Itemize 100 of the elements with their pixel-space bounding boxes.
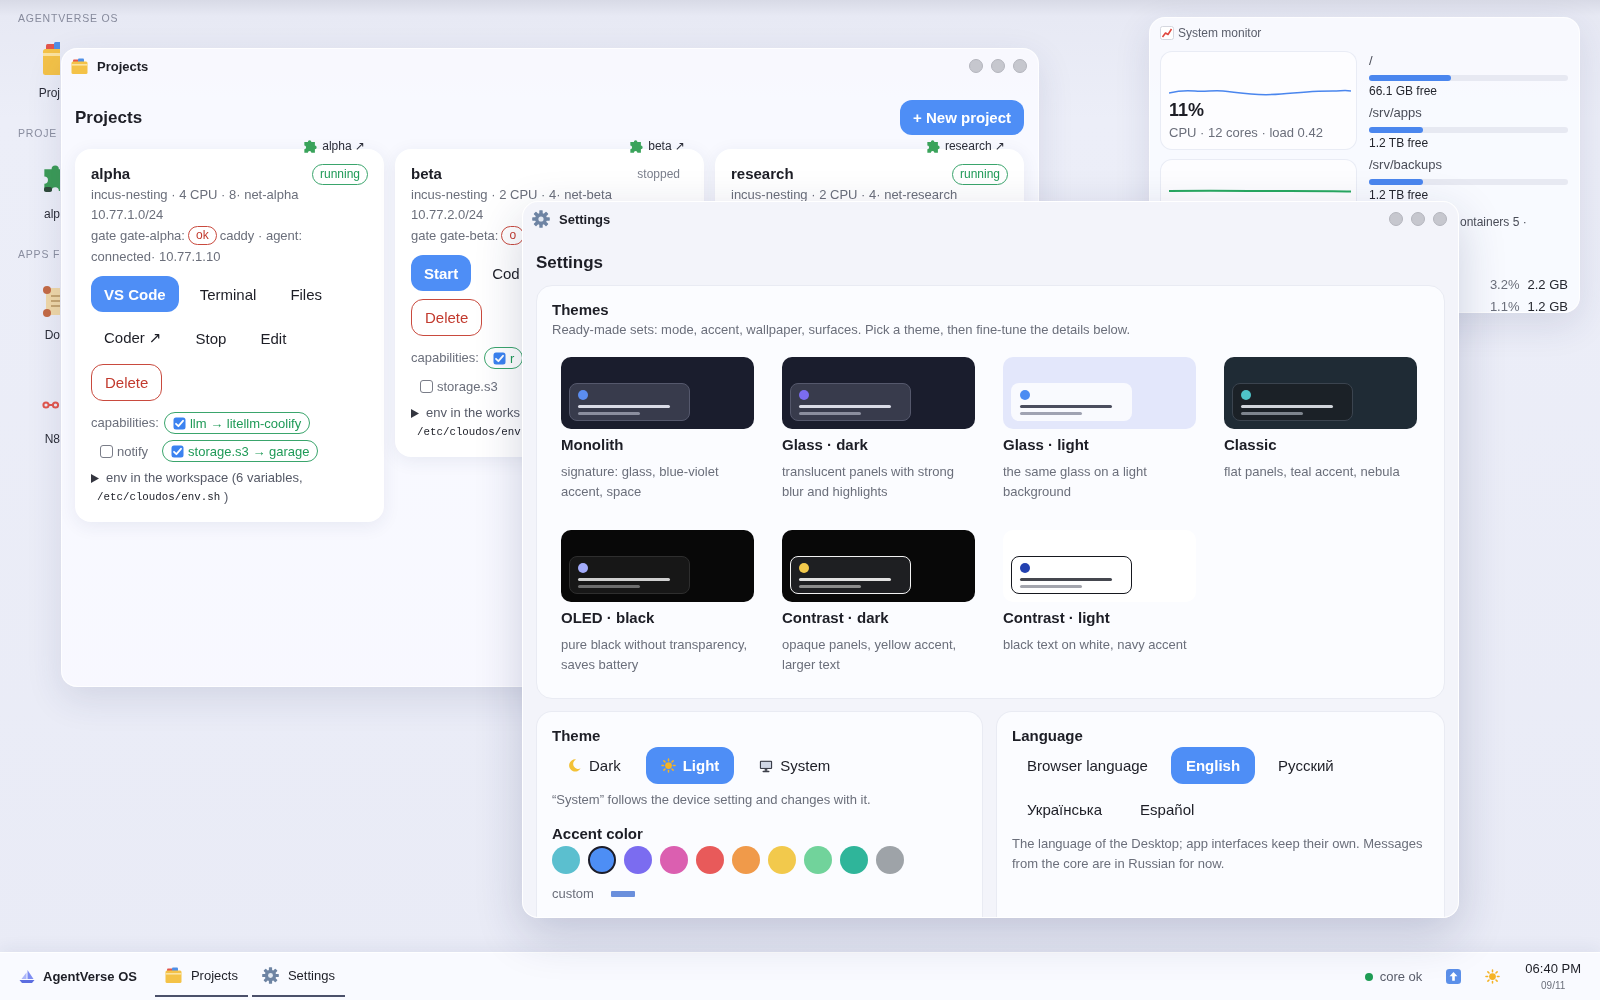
env-path: /etc/cloudos/env.sh [97, 490, 221, 505]
linked-circles-icon [42, 401, 60, 409]
project-link[interactable]: beta ↗ [630, 139, 685, 153]
custom-color-label: custom [552, 885, 594, 903]
theme-preview[interactable] [561, 530, 754, 602]
gate-detail: connected· 10.77.1.10 [91, 248, 221, 266]
color-swatch-icon[interactable] [840, 846, 868, 874]
delete-button[interactable]: Delete [91, 364, 163, 401]
gear-icon [261, 967, 279, 984]
theme-description: black text on white, navy accent [1003, 636, 1187, 654]
delete-button[interactable]: Delete [411, 299, 483, 336]
custom-color-field[interactable] [610, 891, 635, 897]
project-link[interactable]: research ↗ [926, 139, 1005, 153]
desktop-shortcut[interactable]: alp [42, 163, 60, 221]
window-control-icon[interactable] [991, 59, 1005, 73]
taskbar-item[interactable]: Projects [154, 956, 248, 997]
section-heading: PROJE [18, 126, 57, 140]
project-name: research [731, 164, 794, 184]
clock-date: 09/11 [1541, 978, 1566, 993]
theme-name: OLED · black [561, 608, 655, 628]
action-button[interactable]: Cod [492, 255, 520, 291]
section-heading: APPS F [18, 247, 61, 261]
capability-toggle[interactable]: notify [91, 440, 158, 462]
action-button[interactable]: Files [290, 276, 323, 312]
disclosure-triangle-icon[interactable] [411, 408, 419, 418]
disk-path: /srv/apps [1369, 105, 1422, 121]
color-swatch-icon[interactable] [876, 846, 904, 874]
theme-preview[interactable] [782, 530, 975, 602]
action-button[interactable]: Stop [195, 320, 227, 356]
language-option[interactable]: Español [1125, 791, 1210, 828]
panel-subtitle: Accent color [552, 824, 643, 844]
action-button[interactable]: Terminal [199, 276, 257, 312]
theme-description: opaque panels, yellow accent, larger text [782, 636, 958, 674]
checkbox[interactable] [492, 351, 506, 365]
theme-name: Glass · light [1003, 435, 1089, 455]
gear-icon [532, 210, 550, 228]
status-label: stopped [636, 165, 681, 183]
disk-path: /srv/backups [1369, 157, 1442, 173]
theme-name: Classic [1224, 435, 1277, 455]
page-heading: Projects [75, 106, 143, 129]
theme-name: Monolith [561, 435, 624, 455]
window-control-icon[interactable] [1433, 212, 1447, 226]
panel-description: “System” follows the device setting and changes with it. [552, 791, 871, 809]
disk-free-space: 1.2 TB free [1369, 187, 1429, 203]
theme-description: translucent panels with strong blur and highlights [782, 463, 955, 501]
language-option[interactable]: Browser language [1012, 747, 1163, 784]
brand-name: AgentVerse OS [43, 969, 137, 984]
desktop-shortcut[interactable]: N8 [42, 388, 60, 446]
theme-preview[interactable] [561, 357, 754, 429]
puzzle-icon [304, 139, 318, 153]
color-swatch-icon[interactable] [768, 846, 796, 874]
panel-title: Themes [552, 300, 609, 320]
theme-preview[interactable] [782, 357, 975, 429]
color-swatch-icon[interactable] [696, 846, 724, 874]
color-swatch-icon[interactable] [624, 846, 652, 874]
window-control-icon[interactable] [1013, 59, 1027, 73]
folder-icon [71, 57, 88, 75]
containers-summary: ontainers 5 · [1460, 214, 1527, 230]
theme-mode-option[interactable]: System [744, 747, 846, 784]
window-control-icon[interactable] [969, 59, 983, 73]
table-cell: 1.1% [1489, 298, 1520, 312]
theme-description: pure black without transparency, saves battery [561, 636, 749, 674]
checkbox[interactable] [171, 444, 185, 458]
project-specs: incus-nesting · 2 CPU · 4· net-research [731, 186, 958, 204]
checkbox[interactable] [172, 416, 186, 430]
color-swatch-icon[interactable] [732, 846, 760, 874]
capability-toggle[interactable]: storage.s3 [411, 375, 507, 397]
theme-preview[interactable] [1224, 357, 1417, 429]
monitor-icon [759, 758, 774, 773]
folder-icon [42, 42, 60, 76]
puzzle-icon [630, 139, 644, 153]
color-swatch-icon[interactable] [804, 846, 832, 874]
disk-free-space: 66.1 GB free [1369, 83, 1438, 99]
disclosure-triangle-icon[interactable] [91, 473, 99, 483]
theme-mode-option[interactable]: Dark [552, 747, 636, 784]
theme-preview[interactable] [1003, 530, 1196, 602]
project-subnet: 10.77.2.0/24 [411, 206, 484, 224]
window-control-icon[interactable] [1411, 212, 1425, 226]
sun-icon[interactable] [1485, 969, 1501, 984]
page-heading: Settings [536, 252, 604, 274]
project-link[interactable]: alpha ↗ [304, 139, 365, 153]
color-swatch-icon[interactable] [660, 846, 688, 874]
panel-title: Theme [552, 726, 601, 746]
language-option[interactable]: Українська [1012, 791, 1118, 828]
env-summary: env in the workspace (6 variables, [106, 469, 303, 487]
checkbox[interactable] [420, 379, 433, 393]
capabilities-label: capabilities: [411, 349, 479, 367]
action-button[interactable]: Edit [260, 320, 287, 356]
theme-description: signature: glass, blue-violet accent, space [561, 463, 720, 501]
taskbar-item[interactable]: Settings [251, 956, 345, 997]
window-control-icon[interactable] [1389, 212, 1403, 226]
color-swatch-icon[interactable] [552, 846, 580, 874]
checkbox[interactable] [100, 444, 113, 458]
cpu-value: 11% [1169, 99, 1205, 121]
language-option[interactable]: Русский [1263, 747, 1349, 784]
project-specs: incus-nesting · 4 CPU · 8· net-alpha [91, 186, 299, 204]
theme-description: flat panels, teal accent, nebula [1224, 463, 1400, 481]
color-swatch-icon[interactable] [588, 846, 616, 874]
theme-name: Glass · dark [782, 435, 868, 455]
action-button[interactable]: Coder ↗ [104, 320, 162, 356]
